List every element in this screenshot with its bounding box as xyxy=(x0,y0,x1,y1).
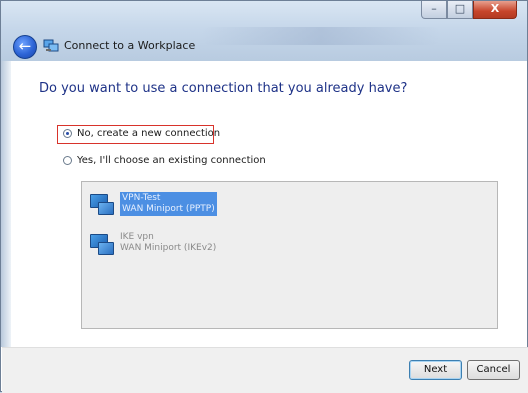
option-existing-connection[interactable]: Yes, I'll choose an existing connection xyxy=(63,155,266,166)
list-item-ike-vpn[interactable]: IKE vpn WAN Miniport (IKEv2) xyxy=(88,232,216,256)
page-question: Do you want to use a connection that you… xyxy=(39,81,408,96)
connection-device: WAN Miniport (IKEv2) xyxy=(120,243,217,253)
cancel-button[interactable]: Cancel xyxy=(467,360,520,380)
network-adapter-icon xyxy=(88,192,116,216)
maximize-button[interactable]: □ xyxy=(447,1,473,19)
connection-name: VPN-Test xyxy=(122,193,161,203)
connection-text: VPN-Test WAN Miniport (PPTP) xyxy=(120,192,217,216)
connection-text: IKE vpn WAN Miniport (IKEv2) xyxy=(120,232,216,254)
network-adapter-icon xyxy=(88,232,116,256)
close-button[interactable]: X xyxy=(473,1,517,19)
option-new-connection[interactable]: No, create a new connection xyxy=(63,128,220,139)
window-title: Connect to a Workplace xyxy=(64,39,196,52)
left-frame-edge xyxy=(1,61,11,347)
window-controls: – □ X xyxy=(421,1,517,21)
next-button[interactable]: Next xyxy=(409,360,462,380)
glass-blur-decoration xyxy=(201,27,441,45)
connection-list[interactable]: VPN-Test WAN Miniport (PPTP) IKE vpn WAN… xyxy=(81,181,498,329)
radio-unselected-icon[interactable] xyxy=(63,156,72,165)
option-new-connection-label: No, create a new connection xyxy=(77,128,221,139)
title-bar: – □ X ← Connect to a Workplace xyxy=(1,1,527,61)
list-item-vpn-test[interactable]: VPN-Test WAN Miniport (PPTP) xyxy=(88,192,217,216)
option-existing-connection-label: Yes, I'll choose an existing connection xyxy=(77,155,266,166)
minimize-button[interactable]: – xyxy=(421,1,447,19)
network-connection-icon xyxy=(43,39,59,52)
radio-selected-icon[interactable] xyxy=(63,129,72,138)
back-arrow-icon[interactable]: ← xyxy=(13,35,37,59)
wizard-window: – □ X ← Connect to a Workplace Do you wa… xyxy=(0,0,528,393)
connection-name: IKE vpn xyxy=(120,232,154,242)
wizard-footer: Next Cancel xyxy=(2,347,528,393)
connection-device: WAN Miniport (PPTP) xyxy=(122,204,215,214)
